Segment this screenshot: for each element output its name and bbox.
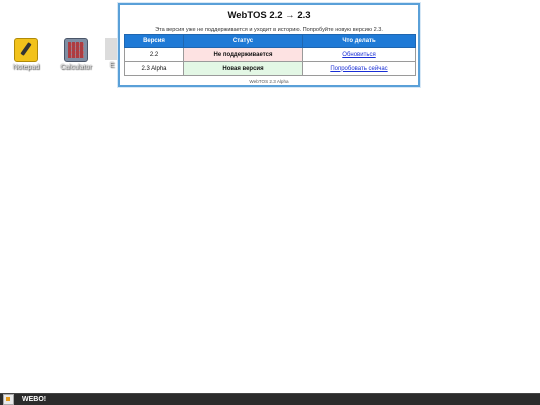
table-row: 2.3 Alpha Новая версия Попробовать сейча…: [124, 61, 416, 76]
status-badge: Новая версия: [183, 61, 303, 76]
dialog-footer: WebTOS 2.3 Alpha: [249, 79, 289, 84]
column-header-version: Версия: [124, 34, 184, 48]
start-menu-icon[interactable]: [3, 394, 14, 405]
version-dialog: WebTOS 2.2 → 2.3 Эта версия уже не подде…: [118, 3, 420, 87]
desktop-icon-label: Notepad: [12, 64, 40, 71]
action-cell: Попробовать сейчас: [302, 61, 416, 76]
action-cell: Обновиться: [302, 47, 416, 62]
desktop-icon-calculator[interactable]: Calculator: [56, 38, 96, 71]
calculator-icon: [64, 38, 88, 62]
table-header-row: Версия Статус Что делать: [124, 34, 416, 48]
dialog-description: Эта версия уже не поддерживается и уходи…: [155, 27, 383, 33]
try-now-link[interactable]: Попробовать сейчас: [330, 66, 387, 72]
table-row: 2.2 Не поддерживается Обновиться: [124, 47, 416, 62]
version-cell: 2.3 Alpha: [124, 61, 184, 76]
desktop-icon-notepad[interactable]: Notepad: [6, 38, 46, 71]
taskbar-brand: WEBO!: [22, 396, 47, 403]
version-cell: 2.2: [124, 47, 184, 62]
desktop-icon-label: E: [109, 62, 115, 69]
app-icon: [105, 38, 119, 60]
desktop-icon-label: Calculator: [60, 64, 92, 71]
update-link[interactable]: Обновиться: [342, 52, 375, 58]
desktop-icon-partial[interactable]: E: [105, 38, 119, 69]
dialog-title: WebTOS 2.2 → 2.3: [227, 10, 311, 21]
column-header-status: Статус: [183, 34, 303, 48]
taskbar: WEBO!: [0, 393, 540, 405]
notepad-icon: [14, 38, 38, 62]
version-table: Версия Статус Что делать 2.2 Не поддержи…: [124, 34, 416, 76]
status-badge: Не поддерживается: [183, 47, 303, 62]
column-header-action: Что делать: [302, 34, 416, 48]
